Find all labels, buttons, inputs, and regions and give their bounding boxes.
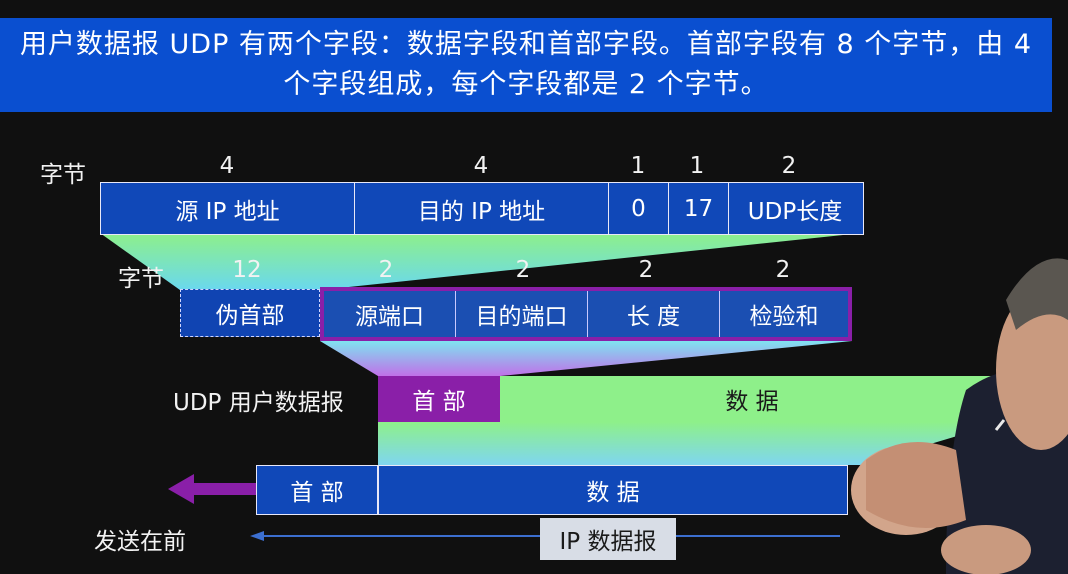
row1-byte-count: 4: [473, 153, 489, 179]
udp-header-trapezoid: [320, 341, 852, 376]
udp-header-fields: 源端口 目的端口 长 度 检验和: [320, 287, 852, 341]
pseudo-header-box: 伪首部: [180, 289, 320, 337]
zero-field: 0: [609, 183, 669, 234]
checksum-field: 检验和: [720, 291, 848, 337]
ip-datagram-label: IP 数据报: [540, 518, 676, 560]
protocol-field: 17: [669, 183, 729, 234]
row2-bytes-label: 字节: [118, 266, 164, 292]
presenter-image: [851, 258, 1068, 574]
row1-byte-count: 2: [781, 153, 797, 179]
dest-ip-field: 目的 IP 地址: [355, 183, 609, 234]
pseudo-header-trapezoid: [100, 233, 862, 290]
row1-byte-count: 1: [689, 153, 705, 179]
udp-header-block: 首 部: [378, 376, 500, 422]
ip-data-block: 数 据: [378, 465, 848, 515]
row1-byte-count: 4: [219, 153, 235, 179]
dest-port-field: 目的端口: [456, 291, 588, 337]
length-field: 长 度: [588, 291, 720, 337]
row2-byte-count: 2: [775, 257, 791, 283]
row1-bytes-label: 字节: [40, 162, 86, 188]
send-first-label: 发送在前: [94, 529, 186, 555]
row2-byte-count: 2: [515, 257, 531, 283]
pseudo-header-fields: 源 IP 地址 目的 IP 地址 0 17 UDP长度: [100, 182, 864, 235]
source-ip-field: 源 IP 地址: [101, 183, 355, 234]
source-port-field: 源端口: [324, 291, 456, 337]
udp-length-field: UDP长度: [747, 198, 843, 225]
row2-byte-count: 12: [232, 257, 262, 283]
ip-header-block: 首 部: [256, 465, 378, 515]
udp-datagram-label: UDP 用户数据报: [173, 390, 344, 416]
left-arrow-icon: [168, 474, 256, 504]
row2-byte-count: 2: [378, 257, 394, 283]
row1-byte-count: 1: [630, 153, 646, 179]
thin-arrow-icon: [250, 531, 264, 541]
row2-byte-count: 2: [638, 257, 654, 283]
